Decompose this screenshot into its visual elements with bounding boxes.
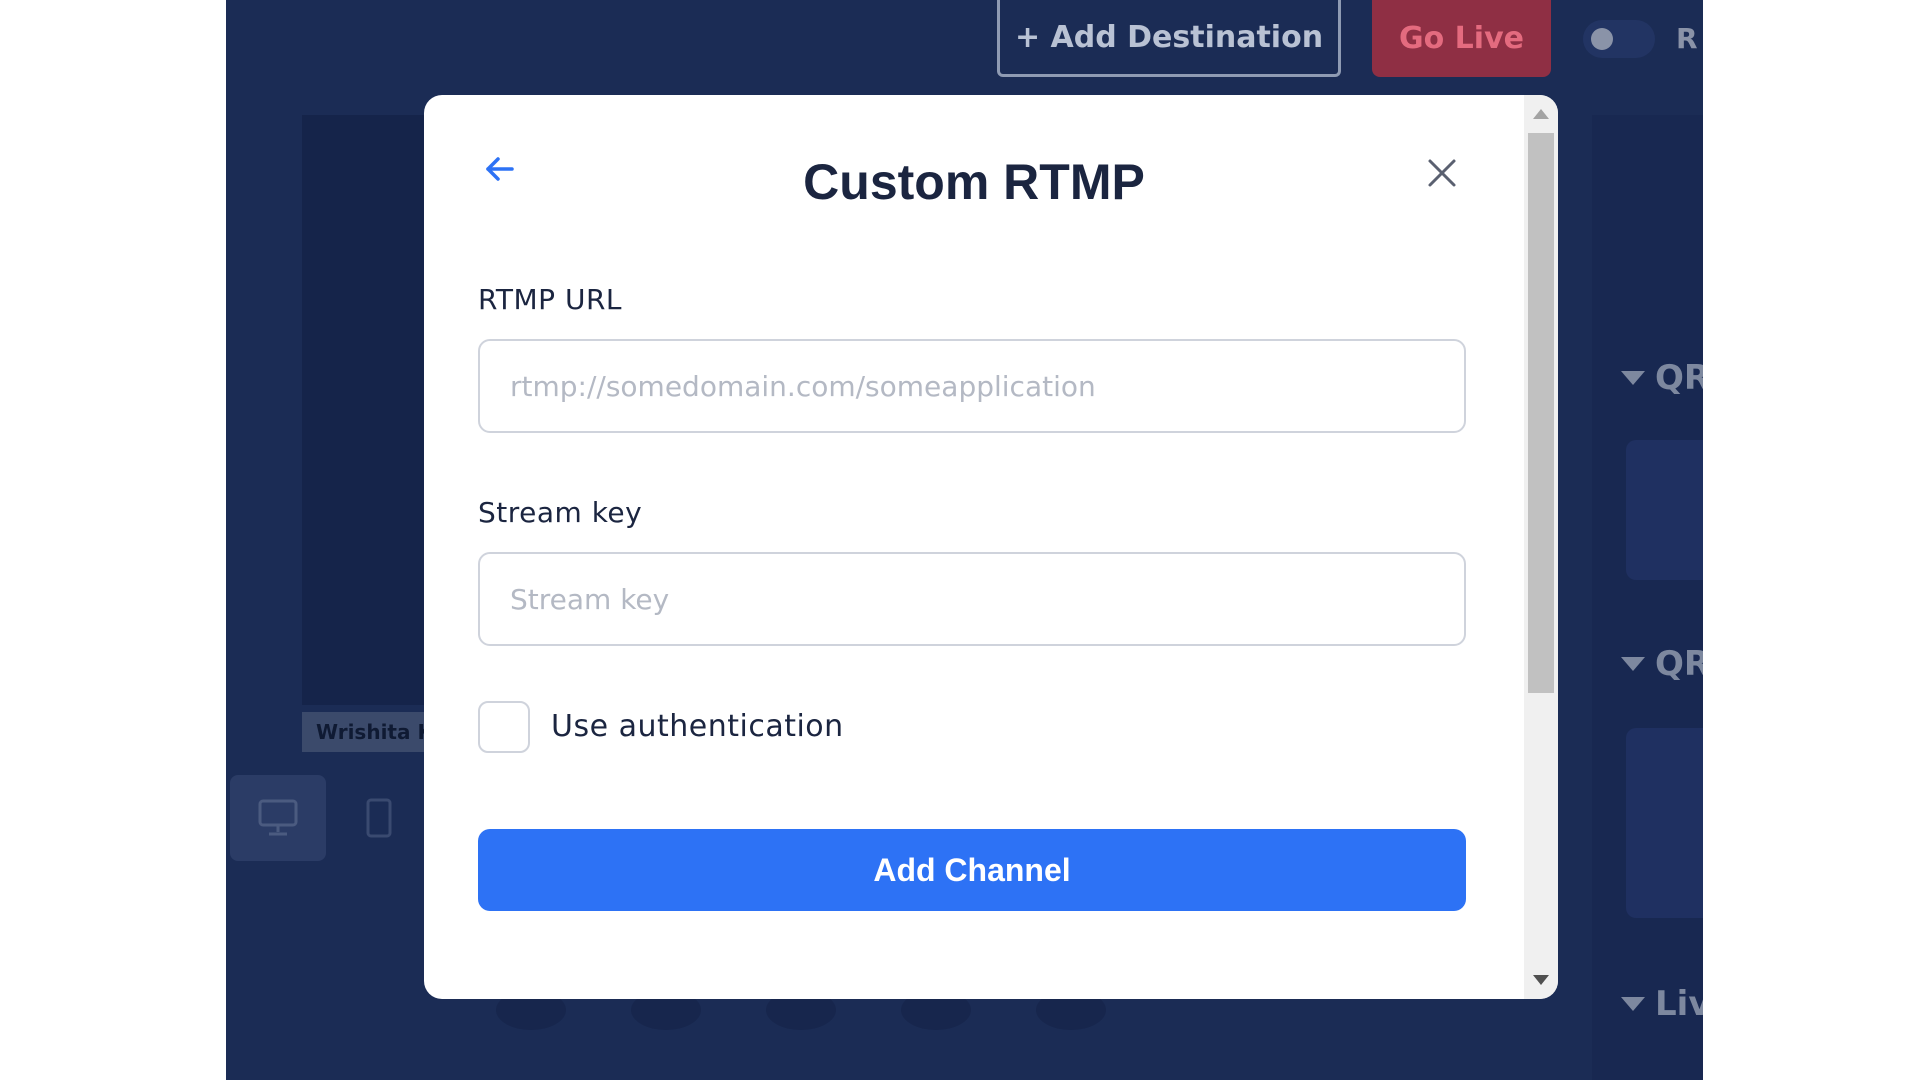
caret-down-icon bbox=[1621, 371, 1645, 385]
scroll-up-arrow-icon[interactable] bbox=[1533, 109, 1549, 119]
rtmp-url-input[interactable] bbox=[478, 339, 1466, 433]
side-section-label: Liv bbox=[1655, 984, 1703, 1024]
side-card bbox=[1626, 440, 1703, 580]
dialog-title: Custom RTMP bbox=[803, 154, 1145, 210]
toggle-label: R bbox=[1676, 22, 1698, 55]
dialog-body: Custom RTMP RTMP URL Stream key Use auth… bbox=[424, 95, 1524, 999]
go-live-button[interactable]: Go Live bbox=[1372, 0, 1551, 77]
use-authentication-label[interactable]: Use authentication bbox=[551, 709, 844, 744]
close-button[interactable] bbox=[1424, 155, 1460, 191]
top-bar: + Add Destination Go Live R bbox=[226, 0, 1703, 80]
side-section-1[interactable]: QR bbox=[1621, 358, 1703, 398]
side-section-label: QR bbox=[1655, 358, 1703, 398]
side-panel bbox=[1592, 115, 1703, 1080]
caret-down-icon bbox=[1621, 657, 1645, 671]
rtmp-url-label: RTMP URL bbox=[478, 283, 623, 316]
stream-key-input[interactable] bbox=[478, 552, 1466, 646]
toggle-knob bbox=[1591, 28, 1613, 50]
side-section-label: QR bbox=[1655, 644, 1703, 684]
record-toggle[interactable] bbox=[1583, 20, 1655, 58]
add-channel-button[interactable]: Add Channel bbox=[478, 829, 1466, 911]
custom-rtmp-dialog: Custom RTMP RTMP URL Stream key Use auth… bbox=[424, 95, 1558, 999]
scrollbar-thumb[interactable] bbox=[1528, 133, 1554, 693]
stream-key-label: Stream key bbox=[478, 496, 643, 529]
desktop-layout-button[interactable] bbox=[230, 775, 326, 861]
caret-down-icon bbox=[1621, 997, 1645, 1011]
side-card bbox=[1626, 728, 1703, 918]
scroll-down-arrow-icon[interactable] bbox=[1533, 975, 1549, 985]
add-destination-button[interactable]: + Add Destination bbox=[997, 0, 1341, 77]
monitor-icon bbox=[258, 799, 298, 836]
use-authentication-checkbox[interactable] bbox=[478, 701, 530, 753]
phone-icon bbox=[366, 798, 392, 838]
side-section-2[interactable]: QR bbox=[1621, 644, 1703, 684]
participant-name-tag: Wrishita K bbox=[302, 712, 430, 752]
dialog-scrollbar[interactable] bbox=[1524, 95, 1558, 999]
close-icon bbox=[1428, 159, 1456, 187]
side-section-3[interactable]: Liv bbox=[1621, 984, 1703, 1024]
mobile-layout-button[interactable] bbox=[331, 775, 427, 861]
